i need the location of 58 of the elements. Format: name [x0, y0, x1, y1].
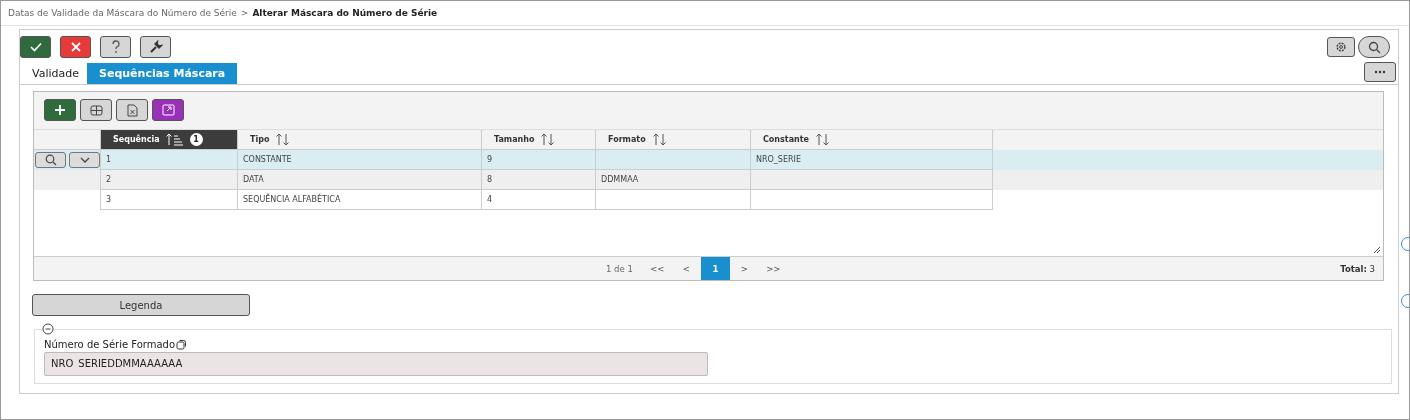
page-info: 1 de 1 — [606, 263, 633, 274]
input-field[interactable]: NRO_SERIEDDMMAAAAAA — [44, 352, 708, 376]
total-count: Total: 3 — [1340, 263, 1375, 274]
tools-button[interactable] — [140, 36, 171, 58]
table-cell: 3 — [101, 190, 238, 210]
tab[interactable]: Validade — [24, 63, 87, 84]
grid-icon — [89, 104, 103, 116]
column-header[interactable]: Sequência — [113, 135, 160, 144]
row-menu-button[interactable] — [69, 152, 100, 168]
table-cell: 8 — [482, 170, 596, 190]
table-cell: 2 — [101, 170, 238, 190]
expand-button[interactable] — [152, 99, 184, 121]
column-header[interactable]: Tipo — [250, 135, 270, 144]
wrench-icon — [148, 40, 163, 54]
tab[interactable]: Sequências Máscara — [87, 63, 238, 84]
page-title: Alterar Máscara do Número de Série — [252, 8, 438, 18]
last-page-button[interactable]: >> — [758, 257, 788, 280]
search-icon — [44, 154, 57, 166]
spreadsheet-file-icon — [126, 103, 138, 117]
legend-button[interactable]: Legenda — [32, 294, 250, 316]
collapse-icon[interactable] — [42, 323, 54, 335]
next-page-button[interactable]: > — [729, 257, 759, 280]
column-header[interactable]: Constante — [763, 135, 809, 144]
column-header[interactable]: Tamanho — [494, 135, 535, 144]
previous-page-button[interactable]: < — [671, 257, 701, 280]
check-icon — [28, 41, 43, 53]
confirm-button[interactable] — [20, 36, 51, 58]
question-mark-icon — [110, 40, 121, 54]
settings-button[interactable] — [1327, 37, 1355, 57]
columns-button[interactable] — [80, 99, 112, 121]
resize-handle-icon[interactable] — [1373, 246, 1381, 254]
field-label: Número de Série Formado — [44, 339, 176, 350]
help-button[interactable] — [100, 36, 131, 58]
sort-icon[interactable] — [165, 133, 184, 146]
sort-rank-badge: 1 — [189, 133, 203, 146]
first-page-button[interactable]: << — [642, 257, 672, 280]
search-button[interactable] — [1358, 36, 1390, 58]
add-button[interactable] — [44, 99, 76, 121]
plus-icon — [54, 104, 66, 116]
expand-icon — [161, 104, 175, 116]
table-cell: DATA — [238, 170, 482, 190]
copy-icon[interactable] — [176, 339, 188, 350]
chevron-down-icon — [79, 157, 90, 163]
search-icon — [1367, 40, 1381, 54]
table-cell: SEQUÊNCIA ALFABÉTICA — [238, 190, 482, 210]
breadcrumb-link[interactable]: Datas de Validade da Máscara do Número de Série — [8, 8, 237, 18]
cancel-button[interactable] — [60, 36, 91, 58]
more-icon — [1374, 70, 1386, 74]
more-button[interactable] — [1364, 62, 1396, 82]
close-icon — [69, 41, 82, 53]
page-button[interactable]: 1 — [700, 257, 730, 280]
table-cell: DDMMAA — [596, 170, 751, 190]
column-header[interactable]: Formato — [608, 135, 646, 144]
view-row-button[interactable] — [35, 152, 66, 168]
breadcrumb-separator: > — [240, 8, 249, 18]
settings-icon — [1335, 41, 1347, 53]
table-cell: 4 — [482, 190, 596, 210]
export-button[interactable] — [116, 99, 148, 121]
